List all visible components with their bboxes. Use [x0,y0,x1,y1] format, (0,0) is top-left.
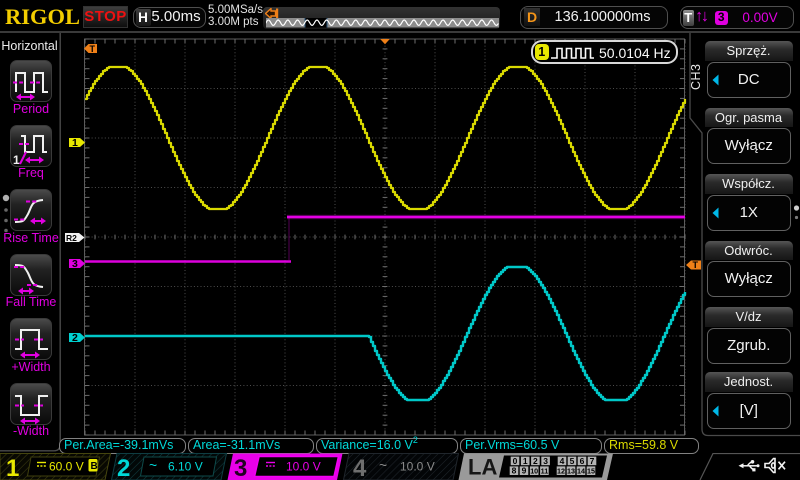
svg-text:9: 9 [522,466,527,476]
svg-text:1: 1 [523,456,528,466]
svg-text:15: 15 [587,467,595,476]
svg-text:6: 6 [580,456,585,466]
svg-text:T: T [90,44,96,54]
svg-text:8: 8 [512,466,517,476]
svg-text:6.10 V: 6.10 V [168,460,203,474]
svg-text:T: T [693,260,699,270]
svg-text:B: B [91,461,98,472]
svg-text:3: 3 [543,456,548,466]
svg-text:LA: LA [468,455,497,480]
svg-text:2: 2 [533,456,538,466]
svg-text:4: 4 [560,456,565,466]
svg-text:10: 10 [530,467,538,476]
svg-text:1: 1 [72,137,78,149]
svg-text:13: 13 [567,467,575,476]
svg-text:10.0 V: 10.0 V [400,460,435,474]
svg-text:5: 5 [570,456,575,466]
svg-text:2: 2 [117,455,130,480]
svg-text:3: 3 [234,455,247,480]
svg-text:11: 11 [541,467,549,476]
svg-text:R2: R2 [66,233,77,243]
svg-text:60.0 V: 60.0 V [49,460,84,474]
svg-text:10.0 V: 10.0 V [286,460,321,474]
svg-text:0: 0 [513,456,518,466]
svg-text:12: 12 [557,467,565,476]
svg-text:1: 1 [13,153,20,167]
svg-text:3: 3 [72,258,78,270]
svg-text:~: ~ [149,457,157,473]
svg-text:2: 2 [72,332,78,344]
svg-text:4: 4 [353,455,367,480]
svg-text:14: 14 [577,467,585,476]
svg-text:7: 7 [590,456,595,466]
svg-text:1: 1 [6,455,19,480]
svg-text:~: ~ [379,457,387,473]
